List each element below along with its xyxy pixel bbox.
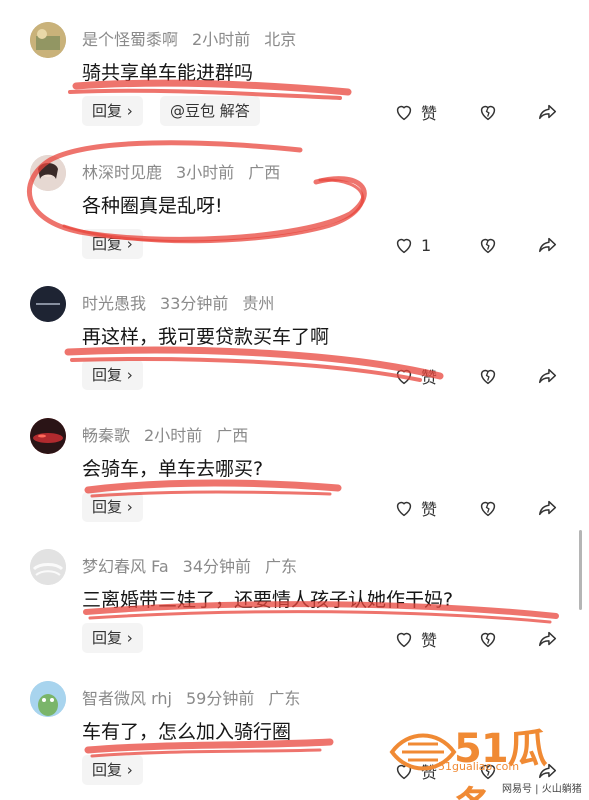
share-button[interactable] [537,495,559,521]
comment-item: 时光愚我 33分钟前 贵州 再这样，我可要贷款买车了啊 回复 › 赞 [0,264,589,394]
share-arrow-icon [539,368,557,384]
heart-icon [396,238,412,254]
like-button[interactable]: 赞 [393,495,437,521]
timestamp: 59分钟前 [185,689,255,708]
avatar[interactable] [30,549,66,585]
share-arrow-icon [539,500,557,516]
username[interactable]: 是个怪蜀黍啊 [82,30,178,49]
reply-button[interactable]: 回复 › [82,229,143,259]
avatar[interactable] [30,418,66,454]
heart-icon [396,632,412,648]
username[interactable]: 梦幻春风 Fa [82,557,169,576]
like-button[interactable]: 赞 [393,626,437,652]
broken-heart-icon [480,369,496,385]
comment-actions: 赞 [393,626,563,652]
username[interactable]: 时光愚我 [82,294,146,313]
comment-actions: 赞 [393,495,563,521]
comment-text: 各种圈真是乱呀! [82,195,223,217]
comment-meta: 畅秦歌 2小时前 广西 [82,422,262,446]
like-label: 赞 [421,104,438,123]
avatar[interactable] [30,22,66,58]
location: 北京 [264,30,297,49]
like-label: 赞 [421,368,438,387]
like-label: 赞 [421,500,438,519]
like-button[interactable]: 赞 [393,363,437,389]
comment-actions: 赞 [393,99,563,125]
reply-button[interactable]: 回复 › [82,623,143,653]
broken-heart-icon [480,105,496,121]
location: 广东 [265,557,298,576]
broken-heart-icon [480,238,496,254]
comment-item: 是个怪蜀黍啊 2小时前 北京 骑共享单车能进群吗 回复 › @豆包 解答 赞 [0,0,589,130]
dislike-button[interactable] [477,232,499,258]
share-button[interactable] [537,99,559,125]
share-button[interactable] [537,232,559,258]
dislike-button[interactable] [477,99,499,125]
comment-text: 三离婚带三娃了，还要情人孩子认她作干妈? [82,589,454,611]
avatar[interactable] [30,286,66,322]
comment-text: 会骑车，单车去哪买? [82,458,264,480]
reply-button[interactable]: 回复 › [82,755,143,785]
reply-button[interactable]: 回复 › [82,96,143,126]
share-arrow-icon [539,631,557,647]
comment-item: 梦幻春风 Fa 34分钟前 广东 三离婚带三娃了，还要情人孩子认她作干妈? 回复 ›… [0,527,589,657]
avatar[interactable] [30,155,66,191]
comment-meta: 是个怪蜀黍啊 2小时前 北京 [82,26,310,50]
comment-text: 再这样，我可要贷款买车了啊 [82,326,330,348]
timestamp: 34分钟前 [182,557,252,576]
heart-icon [396,369,412,385]
timestamp: 2小时前 [144,426,203,445]
watermark-url: 51gualiao.com [438,760,520,773]
reply-button[interactable]: 回复 › [82,492,143,522]
dislike-button[interactable] [477,626,499,652]
location: 广西 [248,163,281,182]
avatar[interactable] [30,681,66,717]
comment-meta: 梦幻春风 Fa 34分钟前 广东 [82,553,311,577]
like-label: 赞 [421,631,438,650]
share-arrow-icon [539,104,557,120]
comment-meta: 时光愚我 33分钟前 贵州 [82,290,288,314]
dislike-button[interactable] [477,363,499,389]
share-button[interactable] [537,626,559,652]
location: 广西 [216,426,249,445]
comment-text: 车有了，怎么加入骑行圈 [82,721,292,743]
reply-button[interactable]: 回复 › [82,360,143,390]
comment-meta: 林深时见鹿 3小时前 广西 [82,159,294,183]
comment-actions: 赞 [393,363,563,389]
comment-text: 骑共享单车能进群吗 [82,62,254,84]
timestamp: 33分钟前 [160,294,229,313]
like-button[interactable]: 赞 [393,99,437,125]
like-button[interactable]: 1 [393,232,431,258]
scrollbar[interactable] [579,530,582,610]
fish-logo-icon [389,733,457,771]
share-button[interactable] [537,363,559,389]
timestamp: 3小时前 [176,163,235,182]
location: 贵州 [242,294,275,313]
dislike-button[interactable] [477,495,499,521]
ask-doubao-button[interactable]: @豆包 解答 [160,96,260,126]
heart-icon [396,501,412,517]
source-credit: 网易号 | 火山躺猪 [502,784,582,795]
share-arrow-icon [539,237,557,253]
username[interactable]: 林深时见鹿 [82,163,162,182]
comment-actions: 1 [393,232,563,258]
comment-item: 林深时见鹿 3小时前 广西 各种圈真是乱呀! 回复 › 1 [0,133,589,263]
location: 广东 [268,689,301,708]
username[interactable]: 畅秦歌 [82,426,130,445]
username[interactable]: 智者微风 rhj [82,689,172,708]
timestamp: 2小时前 [192,30,251,49]
broken-heart-icon [480,501,496,517]
broken-heart-icon [480,632,496,648]
comment-meta: 智者微风 rhj 59分钟前 广东 [82,685,314,709]
heart-icon [396,105,412,121]
like-count: 1 [421,235,432,255]
comment-item: 畅秦歌 2小时前 广西 会骑车，单车去哪买? 回复 › 赞 [0,396,589,526]
